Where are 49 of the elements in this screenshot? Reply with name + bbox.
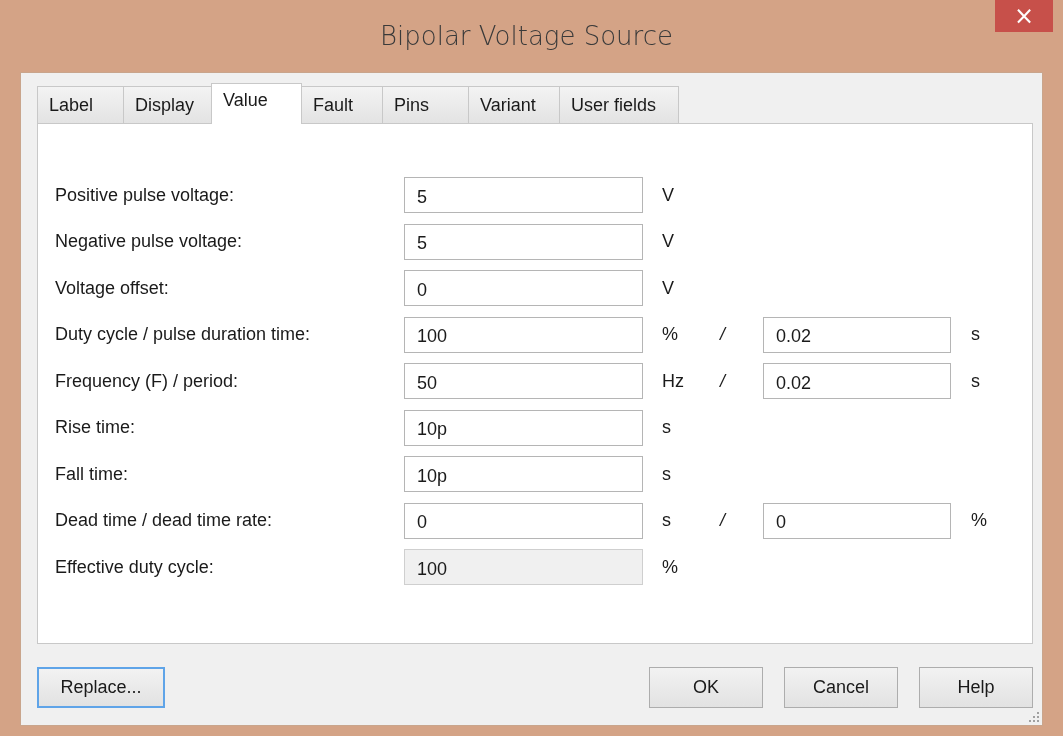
close-button[interactable]: × bbox=[995, 0, 1053, 32]
unit-label: s bbox=[970, 324, 980, 345]
dialog-button[interactable]: Cancel bbox=[784, 667, 898, 708]
tab[interactable]: Label bbox=[37, 86, 124, 123]
input-field[interactable]: 0.02 bbox=[763, 316, 951, 353]
replace-button[interactable]: Replace... bbox=[37, 667, 165, 708]
field-label: Voltage offset: bbox=[55, 277, 170, 299]
unit-label: % bbox=[970, 510, 987, 531]
unit-label: V bbox=[661, 231, 675, 252]
input-field[interactable]: 10p bbox=[404, 456, 643, 492]
input-field[interactable]: 0 bbox=[404, 502, 643, 539]
input-field[interactable]: 0 bbox=[763, 502, 951, 539]
unit-label: % bbox=[661, 324, 679, 345]
unit-label: V bbox=[661, 184, 675, 206]
field-label: Positive pulse voltage: bbox=[55, 184, 236, 206]
field-label: Rise time: bbox=[55, 417, 136, 438]
field-label: Fall time: bbox=[55, 463, 129, 485]
tab[interactable]: Display bbox=[123, 86, 212, 123]
tab[interactable]: Value bbox=[211, 83, 302, 124]
unit-label: Hz bbox=[661, 370, 685, 392]
input-field[interactable]: 100 bbox=[404, 316, 643, 353]
separator-slash: / bbox=[718, 324, 728, 345]
input-field[interactable]: 5 bbox=[404, 177, 643, 213]
tab[interactable]: Pins bbox=[382, 86, 469, 123]
dialog-button[interactable]: OK bbox=[649, 667, 763, 708]
dialog-button[interactable]: Help bbox=[919, 667, 1033, 708]
field-label: Frequency (F) / period: bbox=[55, 370, 240, 392]
input-field[interactable]: 0.02 bbox=[763, 363, 951, 399]
separator-slash: / bbox=[718, 510, 728, 531]
field-label: Duty cycle / pulse duration time: bbox=[55, 324, 312, 345]
unit-label: s bbox=[970, 370, 980, 392]
resize-grip-icon[interactable] bbox=[1028, 711, 1040, 723]
input-field[interactable]: 10p bbox=[404, 409, 643, 446]
field-label: Negative pulse voltage: bbox=[55, 231, 244, 252]
window-title: Bipolar Voltage Source bbox=[380, 21, 673, 51]
field-label: Effective duty cycle: bbox=[55, 556, 215, 578]
tab[interactable]: User fields bbox=[559, 86, 679, 123]
tab[interactable]: Variant bbox=[468, 86, 560, 123]
input-field[interactable]: 50 bbox=[404, 363, 643, 399]
unit-label: s bbox=[661, 510, 672, 531]
unit-label: s bbox=[661, 463, 672, 485]
unit-label: V bbox=[661, 277, 675, 299]
unit-label: s bbox=[661, 417, 672, 438]
unit-label: % bbox=[661, 556, 679, 578]
tab[interactable]: Fault bbox=[301, 86, 383, 123]
input-field[interactable]: 5 bbox=[404, 223, 643, 260]
input-field[interactable]: 0 bbox=[404, 270, 643, 306]
separator-slash: / bbox=[718, 370, 728, 392]
field-label: Dead time / dead time rate: bbox=[55, 510, 274, 531]
